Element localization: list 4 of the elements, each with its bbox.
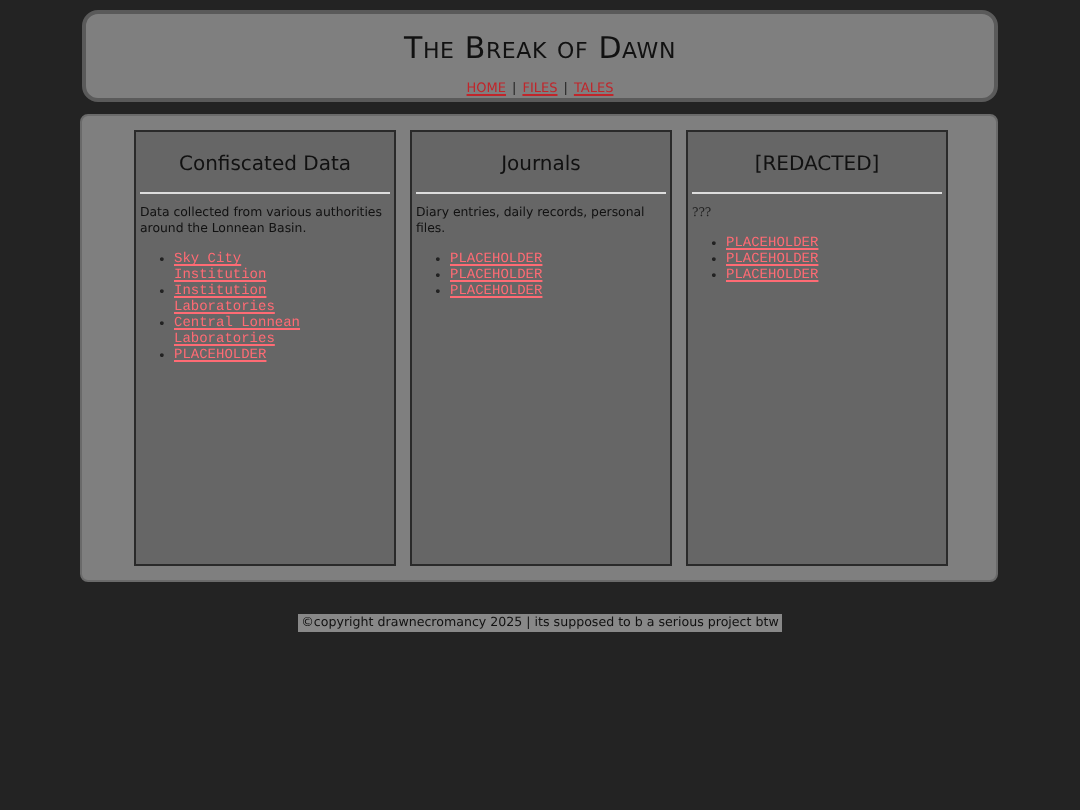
column-heading: [REDACTED] <box>752 154 882 180</box>
column-heading: Journals <box>498 154 583 180</box>
column-heading: Confiscated Data <box>176 154 354 180</box>
site-title: The Break of Dawn <box>404 30 676 66</box>
